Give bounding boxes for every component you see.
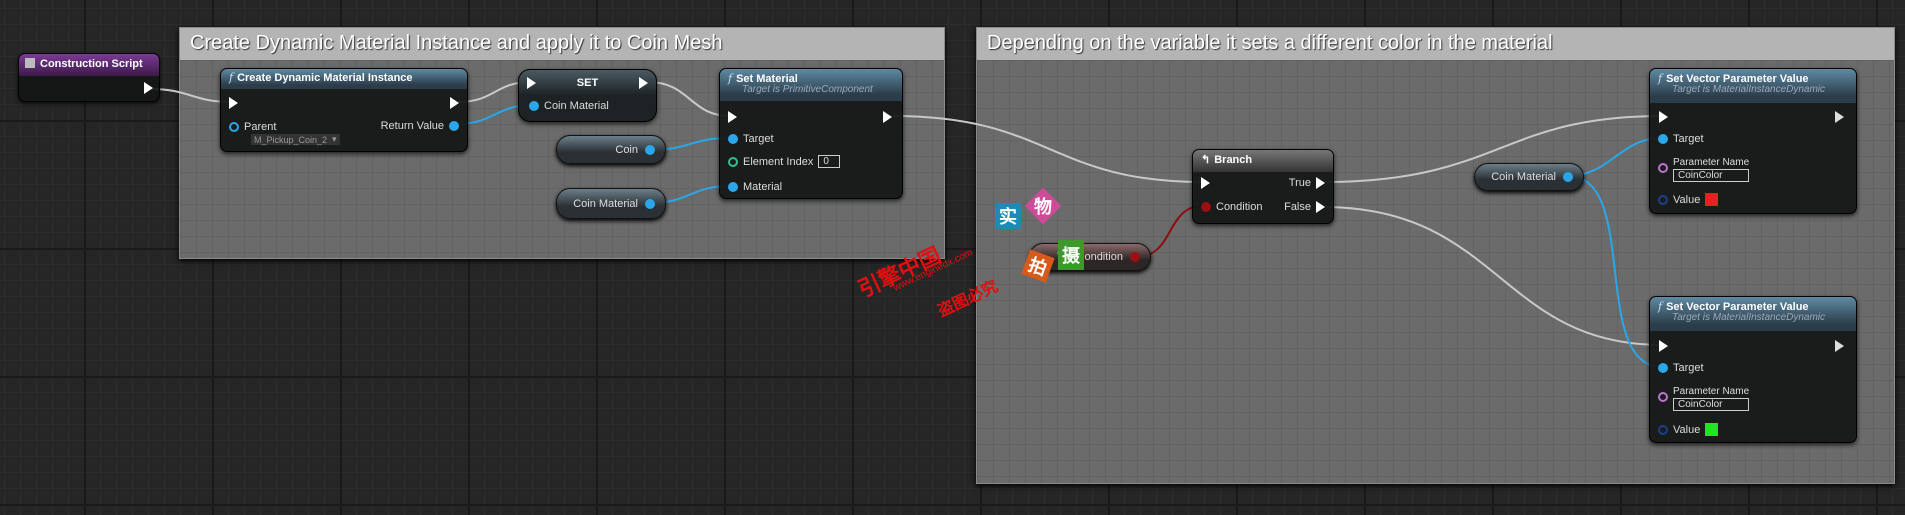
node-title: Create Dynamic Material Instance xyxy=(237,72,413,84)
watermark-notice: 盗图必究 xyxy=(935,278,1001,321)
node-subtitle: Target is MaterialInstanceDynamic xyxy=(1672,312,1826,323)
node-title: SET xyxy=(576,77,599,89)
target-pin[interactable]: Target xyxy=(1658,362,1704,374)
node-subtitle: Target is PrimitiveComponent xyxy=(742,84,873,95)
asset-name: M_Pickup_Coin_2 xyxy=(254,134,328,145)
comment-title[interactable]: Create Dynamic Material Instance and app… xyxy=(180,28,944,60)
exec-in-pin[interactable] xyxy=(728,111,737,123)
coin-material-variable-node[interactable]: Coin Material xyxy=(1474,163,1584,191)
pin-label: Element Index xyxy=(743,155,814,168)
exec-in-pin[interactable] xyxy=(1659,111,1668,123)
wire-object xyxy=(1567,175,1663,368)
set-vector-parameter-value-node-green[interactable]: f Set Vector Parameter Value Target is Mat… xyxy=(1649,296,1857,443)
parameter-name-pin[interactable]: Parameter Name CoinColor xyxy=(1658,386,1750,411)
object-pin-icon[interactable] xyxy=(645,144,655,155)
color-swatch-red[interactable] xyxy=(1705,193,1719,206)
pin-label: Target xyxy=(1673,362,1704,374)
watermark-char: 摄 xyxy=(1058,240,1084,270)
bool-pin-icon[interactable] xyxy=(1130,252,1140,262)
exec-out-pin[interactable] xyxy=(1835,340,1844,352)
pin-label: Parameter Name xyxy=(1673,386,1750,397)
element-index-input[interactable]: 0 xyxy=(818,155,841,168)
exec-pin-icon xyxy=(144,82,153,94)
exec-out-pin[interactable] xyxy=(1835,111,1844,123)
node-subtitle: Target is MaterialInstanceDynamic xyxy=(1672,84,1826,95)
wire-exec xyxy=(892,115,1204,183)
variable-label: Coin Material xyxy=(1491,171,1556,183)
exec-in-pin[interactable] xyxy=(229,97,238,109)
value-pin[interactable]: Value xyxy=(1658,423,1719,436)
exec-in-pin[interactable] xyxy=(1201,177,1210,189)
branch-node[interactable]: ↰ Branch True Condition False xyxy=(1192,149,1334,224)
parent-asset-dropdown[interactable]: M_Pickup_Coin_2 ▾ xyxy=(251,134,340,145)
exec-out-pin[interactable] xyxy=(639,77,648,89)
pin-label: Material xyxy=(743,181,783,193)
pin-label: False xyxy=(1284,201,1311,213)
branch-icon: ↰ xyxy=(1201,154,1211,166)
wire-exec xyxy=(647,81,731,117)
variable-label: Coin xyxy=(615,143,638,156)
pin-label: Value xyxy=(1673,193,1701,206)
create-dynamic-material-instance-node[interactable]: f Create Dynamic Material Instance Parent… xyxy=(220,68,468,152)
pin-label: Coin Material xyxy=(544,100,609,112)
target-pin[interactable]: Target xyxy=(728,133,774,145)
object-pin-icon[interactable] xyxy=(1563,172,1573,182)
exec-in-pin[interactable] xyxy=(1659,340,1668,352)
value-pin[interactable]: Value xyxy=(1658,193,1719,206)
true-pin[interactable]: True xyxy=(1289,177,1325,189)
construction-script-node[interactable]: Construction Script xyxy=(18,53,160,102)
function-icon: f xyxy=(728,72,733,85)
set-vector-parameter-value-node-red[interactable]: f Set Vector Parameter Value Target is Mat… xyxy=(1649,68,1857,214)
pin-label: Parent xyxy=(244,121,277,133)
pin-label: True xyxy=(1288,177,1311,189)
pin-label: Parameter Name xyxy=(1673,157,1750,168)
variable-label: Coin Material xyxy=(573,197,638,210)
target-pin[interactable]: Target xyxy=(1658,133,1704,145)
pin-label: Target xyxy=(743,133,774,145)
color-swatch-green[interactable] xyxy=(1705,423,1719,436)
set-coin-material-node[interactable]: SET Coin Material xyxy=(518,69,657,122)
object-pin-icon xyxy=(229,122,239,132)
pin-label: Condition xyxy=(1216,201,1263,213)
coin-variable-node[interactable]: Coin xyxy=(556,135,666,164)
parameter-name-pin[interactable]: Parameter Name CoinColor xyxy=(1658,157,1750,182)
node-title: Construction Script xyxy=(40,58,143,70)
element-index-pin[interactable]: Element Index 0 xyxy=(728,155,841,168)
pin-label: Return Value xyxy=(380,120,444,132)
watermark-char: 物 xyxy=(1024,187,1062,225)
function-icon: f xyxy=(1658,300,1663,313)
parameter-name-input[interactable]: CoinColor xyxy=(1673,398,1750,411)
condition-pin[interactable]: Condition xyxy=(1201,201,1262,213)
parameter-name-input[interactable]: CoinColor xyxy=(1673,169,1750,182)
set-material-node[interactable]: f Set Material Target is PrimitiveComponen… xyxy=(719,68,903,199)
pin-label: Value xyxy=(1673,423,1701,436)
exec-out-pin[interactable] xyxy=(450,97,459,109)
coin-material-variable-node[interactable]: Coin Material xyxy=(556,188,666,219)
function-icon: f xyxy=(229,71,234,84)
object-pin-icon[interactable] xyxy=(645,198,655,209)
coin-material-pin[interactable]: Coin Material xyxy=(529,100,609,112)
function-icon: f xyxy=(1658,72,1663,85)
watermark-char: 实 xyxy=(995,203,1021,229)
return-value-pin[interactable]: Return Value xyxy=(381,120,459,132)
wire-exec xyxy=(1322,206,1663,346)
material-pin[interactable]: Material xyxy=(728,181,782,193)
node-title: Branch xyxy=(1214,154,1253,166)
parent-pin[interactable]: Parent xyxy=(229,121,276,133)
exec-out-pin[interactable] xyxy=(883,111,892,123)
object-pin-icon xyxy=(449,121,459,131)
pin-label: Target xyxy=(1673,133,1704,145)
false-pin[interactable]: False xyxy=(1284,201,1325,213)
comment-title[interactable]: Depending on the variable it sets a diff… xyxy=(977,28,1894,60)
chevron-down-icon: ▾ xyxy=(332,134,337,144)
exec-out-pin[interactable] xyxy=(144,82,153,94)
script-icon xyxy=(25,58,35,68)
